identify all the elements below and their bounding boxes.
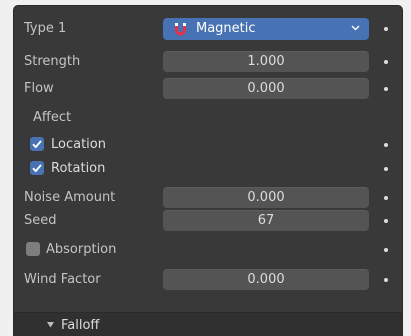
seed-field[interactable]: 67 [163,210,369,231]
strength-row: Strength 1.000 [14,51,402,73]
noise-amount-field[interactable]: 0.000 [163,187,369,208]
chevron-down-icon [351,25,360,31]
type-dropdown[interactable]: Magnetic [163,18,369,40]
seed-row: Seed 67 [14,210,402,232]
type-label: Type 1 [24,21,67,36]
magnet-icon [175,23,186,36]
rotation-row: Rotation [14,158,402,180]
location-row: Location [14,134,402,156]
absorption-label[interactable]: Absorption [46,241,116,259]
flow-row: Flow 0.000 [14,78,402,100]
type-keyframe-dot[interactable] [384,27,388,31]
type-dropdown-value: Magnetic [196,21,256,36]
checkmark-icon [32,164,42,173]
wind-factor-label: Wind Factor [24,272,101,287]
force-field-settings-panel: Type 1 Magnetic Strength 1.000 Flow 0.00… [13,5,403,336]
rotation-label[interactable]: Rotation [51,160,105,178]
wind-factor-row: Wind Factor 0.000 [14,269,402,291]
strength-field[interactable]: 1.000 [163,51,369,72]
noise-amount-row: Noise Amount 0.000 [14,187,402,209]
location-label[interactable]: Location [51,136,106,154]
strength-keyframe-dot[interactable] [384,60,388,64]
seed-keyframe-dot[interactable] [384,219,388,223]
wind-factor-keyframe-dot[interactable] [384,278,388,282]
wind-factor-field[interactable]: 0.000 [163,269,369,290]
type-row: Type 1 Magnetic [14,18,402,40]
noise-amount-keyframe-dot[interactable] [384,196,388,200]
flow-label: Flow [24,81,54,96]
affect-label: Affect [33,110,72,125]
flow-keyframe-dot[interactable] [384,87,388,91]
collapse-triangle-icon [47,322,54,328]
absorption-row: Absorption [14,239,402,261]
checkmark-icon [32,140,42,149]
falloff-label: Falloff [61,318,100,333]
flow-field[interactable]: 0.000 [163,78,369,99]
absorption-checkbox[interactable] [26,242,40,256]
rotation-keyframe-dot[interactable] [384,167,388,171]
seed-label: Seed [24,213,57,228]
rotation-checkbox[interactable] [30,161,44,175]
affect-row: Affect [14,107,402,129]
location-keyframe-dot[interactable] [384,143,388,147]
noise-amount-label: Noise Amount [24,190,116,205]
absorption-keyframe-dot[interactable] [384,248,388,252]
location-checkbox[interactable] [30,137,44,151]
strength-label: Strength [24,54,81,69]
falloff-subpanel-header[interactable]: Falloff [14,312,402,336]
